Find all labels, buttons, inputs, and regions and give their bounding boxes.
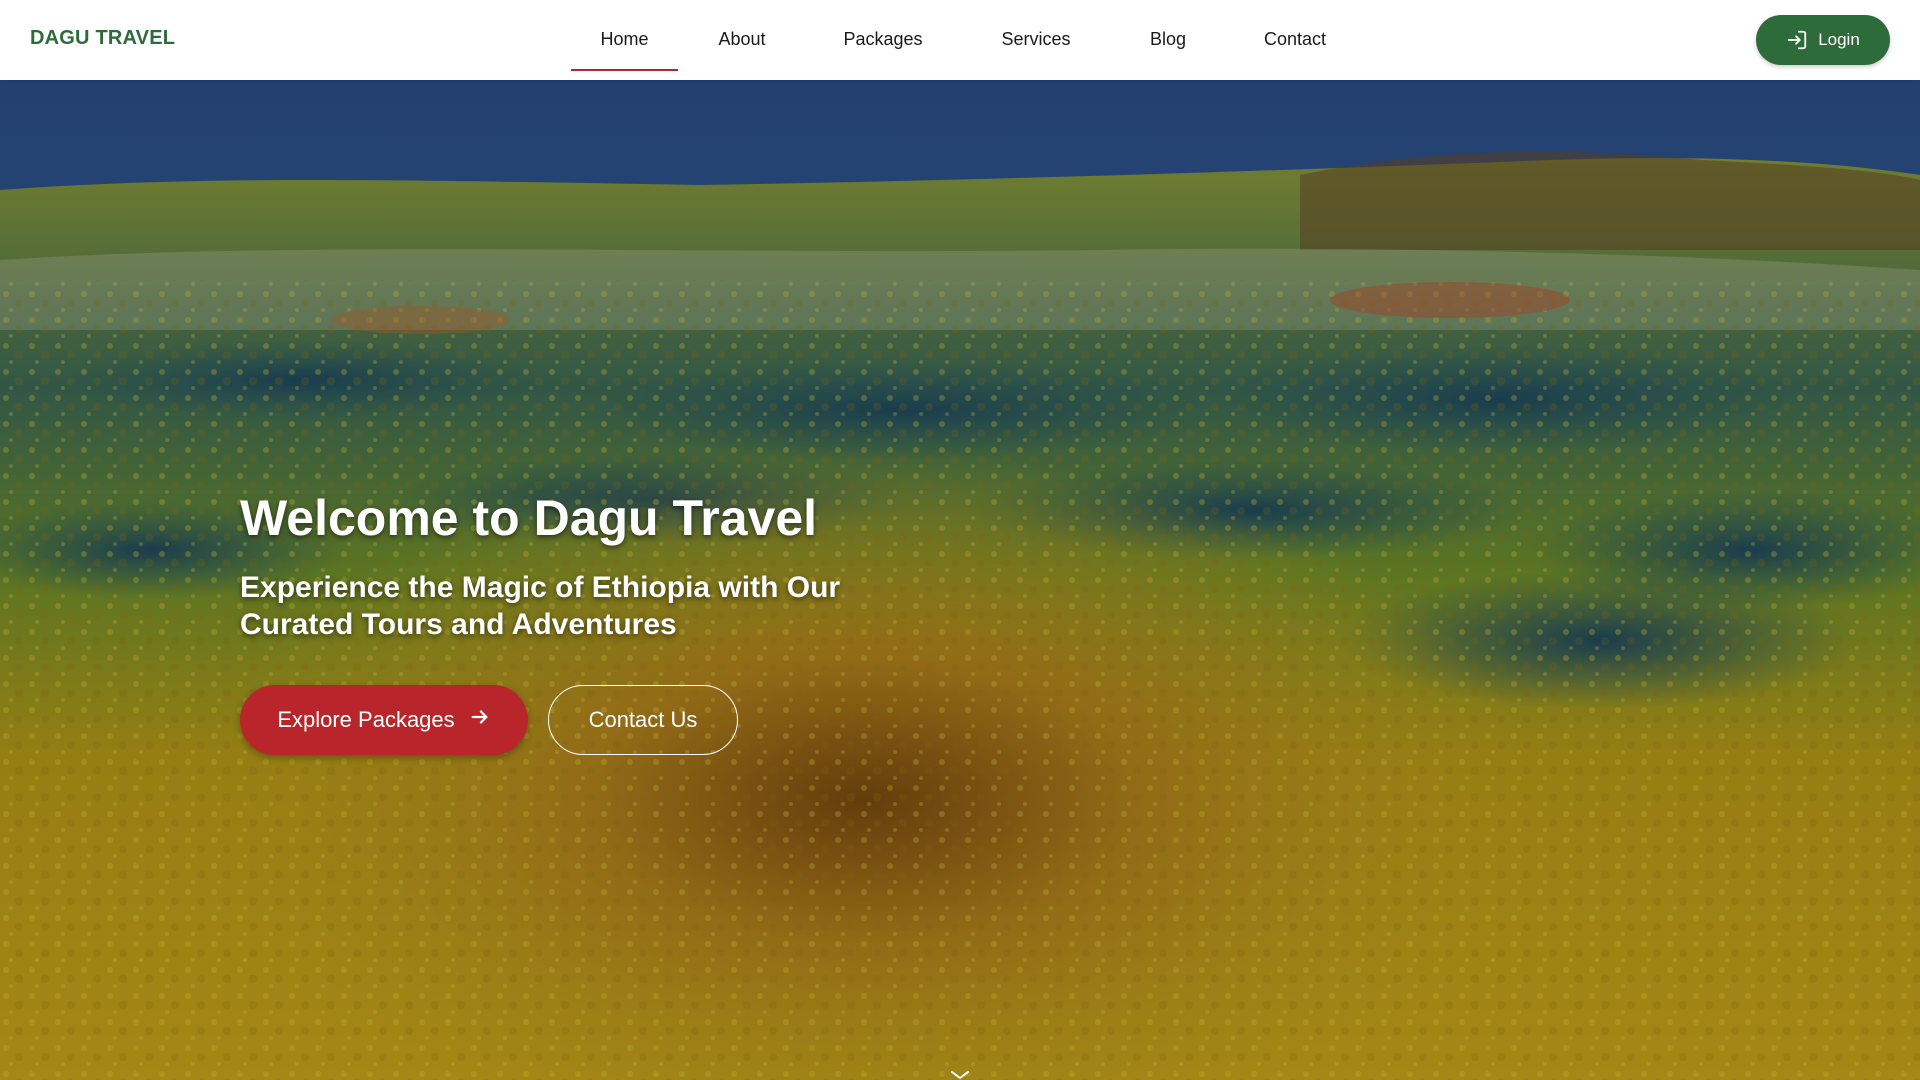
nav-item-blog[interactable]: Blog [1112, 7, 1224, 71]
top-navbar: DAGU TRAVEL Home About Packages Services… [0, 0, 1920, 80]
login-label: Login [1818, 30, 1860, 49]
hero-title: Welcome to Dagu Travel [240, 490, 818, 546]
arrow-right-icon [469, 706, 491, 734]
contact-us-button[interactable]: Contact Us [548, 685, 738, 755]
main-nav: Home About Packages Services Blog Contac… [571, 0, 1366, 80]
nav-item-about[interactable]: About [678, 7, 806, 71]
nav-item-home[interactable]: Home [571, 7, 678, 71]
nav-item-services[interactable]: Services [960, 7, 1112, 71]
login-icon [1786, 29, 1808, 51]
hero-content: Welcome to Dagu Travel Experience the Ma… [240, 486, 1000, 755]
hero-section: Welcome to Dagu Travel Experience the Ma… [0, 80, 1920, 1080]
hero-subtitle: Experience the Magic of Ethiopia with Ou… [240, 571, 841, 641]
nav-item-packages[interactable]: Packages [806, 7, 960, 71]
login-button[interactable]: Login [1756, 15, 1890, 65]
scroll-down-icon[interactable] [948, 1070, 972, 1080]
brand-logo[interactable]: DAGU TRAVEL [30, 27, 175, 50]
hero-actions: Explore Packages Contact Us [240, 685, 1000, 755]
explore-packages-button[interactable]: Explore Packages [240, 685, 528, 755]
nav-item-contact[interactable]: Contact [1224, 7, 1366, 71]
contact-us-label: Contact Us [588, 707, 698, 732]
explore-packages-label: Explore Packages [277, 707, 455, 732]
